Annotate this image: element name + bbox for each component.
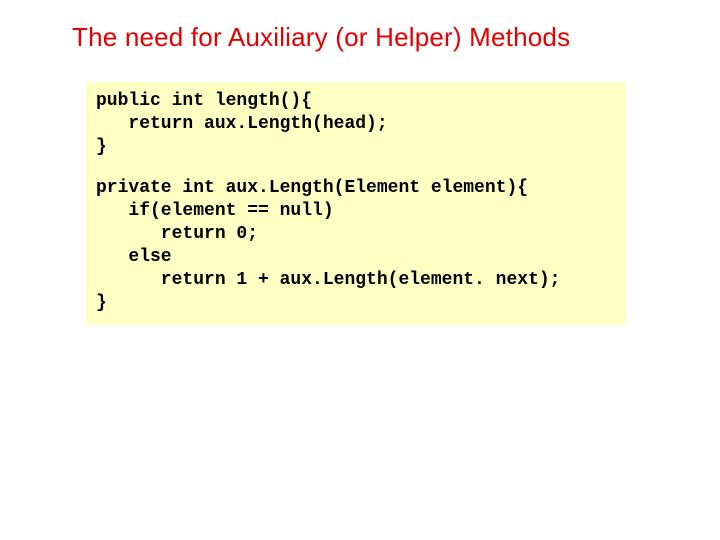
slide: The need for Auxiliary (or Helper) Metho… [0,0,720,540]
code-block-2: private int aux.Length(Element element){… [96,177,616,315]
code-gap [96,159,616,177]
code-box: public int length(){ return aux.Length(h… [86,82,626,325]
slide-title: The need for Auxiliary (or Helper) Metho… [72,22,680,53]
code-block-1: public int length(){ return aux.Length(h… [96,90,616,159]
